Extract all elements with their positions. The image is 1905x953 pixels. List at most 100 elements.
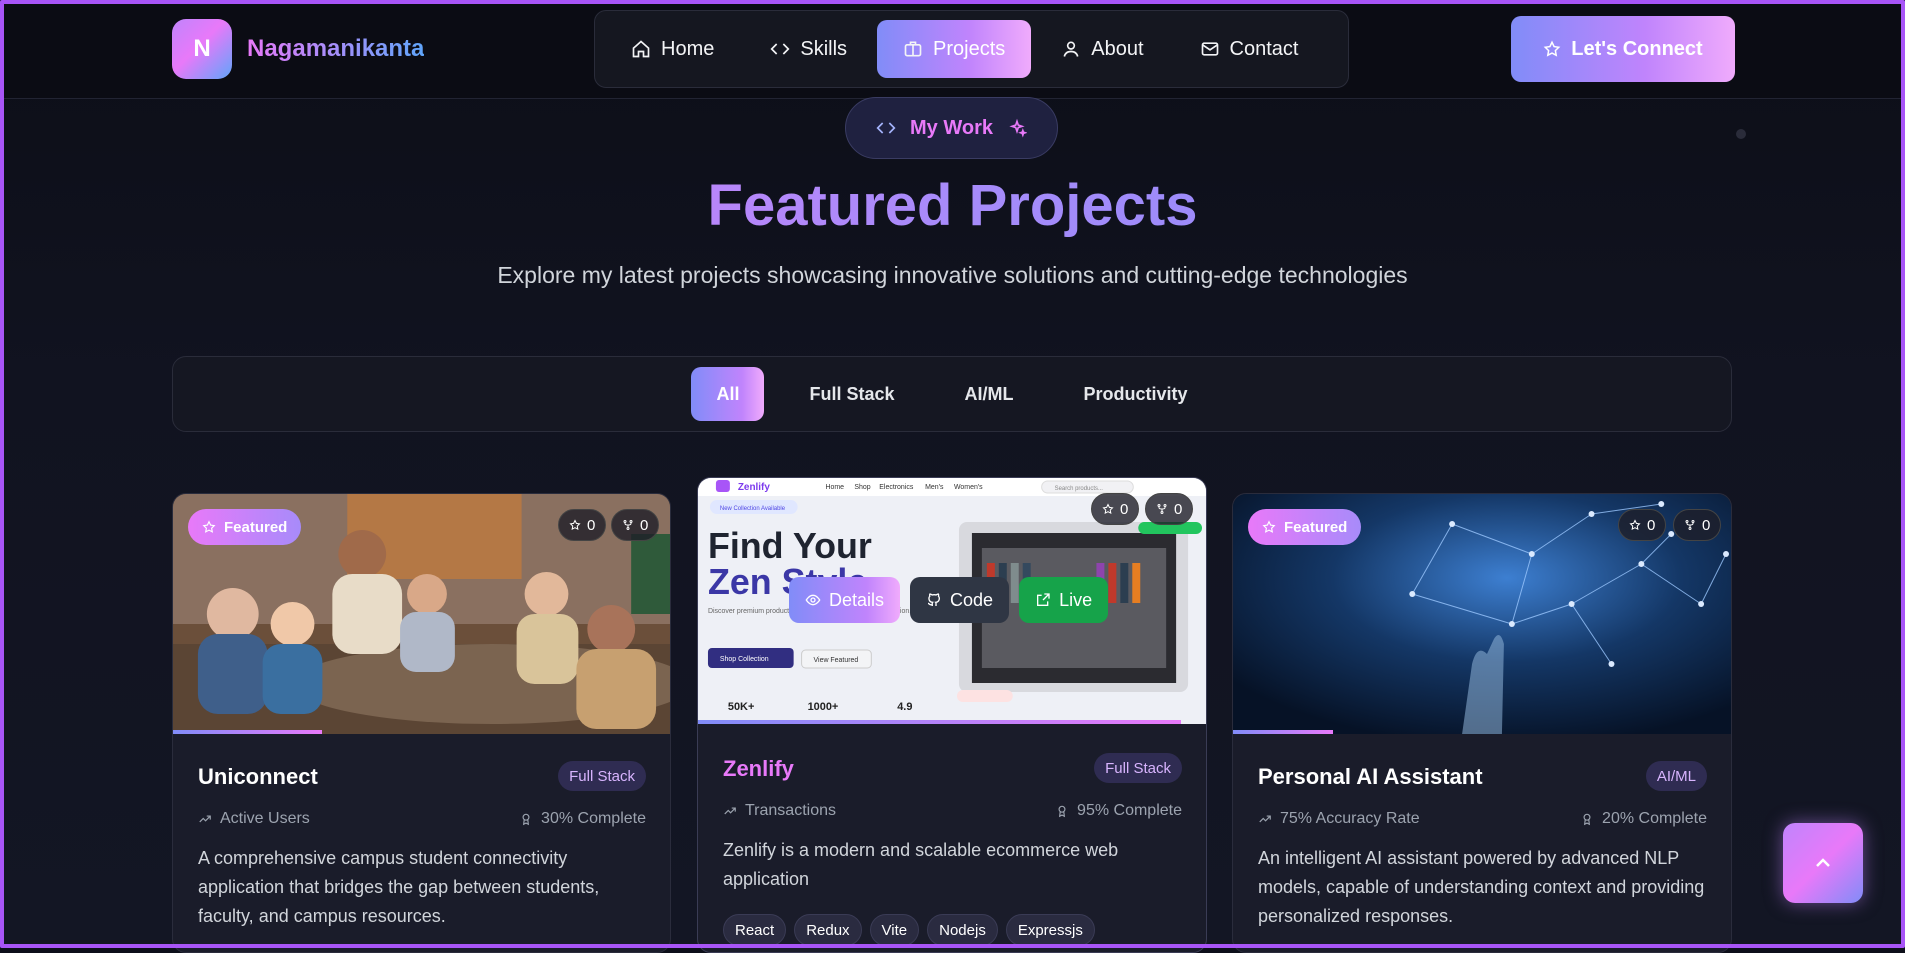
forks-count[interactable]: 0 — [1673, 509, 1721, 541]
featured-label: Featured — [1284, 519, 1347, 536]
scroll-to-top-button[interactable] — [1783, 823, 1863, 903]
tech-tag: Vite — [870, 914, 920, 946]
preview-stat-1: 1000+ — [808, 701, 839, 713]
brand[interactable]: N Nagamanikanta — [172, 19, 424, 79]
award-icon — [519, 812, 533, 826]
project-description: A comprehensive campus student connectiv… — [198, 844, 646, 931]
stars-count[interactable]: 0 — [1618, 509, 1666, 541]
mail-icon — [1200, 39, 1220, 59]
fork-icon — [1684, 519, 1696, 531]
chevron-up-icon — [1811, 851, 1835, 875]
nav-item-projects[interactable]: Projects — [877, 20, 1031, 78]
forks-value: 0 — [1702, 517, 1710, 534]
preview-menu-1: Shop — [854, 484, 870, 491]
category-tag: AI/ML — [1646, 761, 1707, 791]
live-label: Live — [1059, 590, 1092, 611]
nav-item-skills[interactable]: Skills — [744, 20, 873, 78]
preview-menu-4: Women's — [954, 484, 983, 491]
preview-logo: Zenlify — [738, 482, 771, 493]
tech-tag: Redux — [794, 914, 861, 946]
project-description: Zenlify is a modern and scalable ecommer… — [723, 836, 1182, 894]
eye-icon — [805, 592, 821, 608]
star-icon — [202, 520, 216, 534]
forks-count[interactable]: 0 — [1145, 493, 1193, 525]
star-icon — [1262, 520, 1276, 534]
metric-label: Active Users — [220, 810, 310, 828]
metric-label: 75% Accuracy Rate — [1280, 810, 1420, 828]
nav-label: About — [1091, 38, 1143, 61]
main-nav: Home Skills Projects About Contact — [594, 10, 1349, 88]
preview-stat-0: 50K+ — [728, 701, 754, 713]
filter-bar: All Full Stack AI/ML Productivity — [172, 356, 1732, 432]
progress-bar — [1233, 730, 1333, 734]
live-button[interactable]: Live — [1019, 577, 1108, 623]
category-tag: Full Stack — [1094, 753, 1182, 783]
project-actions: Details Code Live — [789, 577, 1108, 623]
project-card-personal-ai-assistant[interactable]: Featured 0 0 Personal AI Assistant AI/ML… — [1232, 493, 1732, 953]
star-icon — [1102, 503, 1114, 515]
project-title: Personal AI Assistant — [1258, 764, 1483, 790]
star-icon — [1543, 40, 1561, 58]
metric: Transactions — [723, 802, 836, 820]
external-link-icon — [1035, 592, 1051, 608]
nav-label: Projects — [933, 38, 1005, 61]
trending-up-icon — [198, 812, 212, 826]
preview-menu-3: Men's — [925, 484, 944, 491]
trending-up-icon — [723, 804, 737, 818]
star-icon — [1629, 519, 1641, 531]
preview-menu-2: Electronics — [879, 484, 914, 491]
metric-label: Transactions — [745, 802, 836, 820]
preview-pill: New Collection Available — [720, 506, 786, 512]
code-label: Code — [950, 590, 993, 611]
sparkles-icon — [1007, 118, 1027, 138]
preview-btn-2: View Featured — [814, 657, 859, 664]
details-button[interactable]: Details — [789, 577, 900, 623]
completion: 30% Complete — [519, 810, 646, 828]
completion: 20% Complete — [1580, 810, 1707, 828]
stars-count[interactable]: 0 — [1091, 493, 1139, 525]
section-badge: My Work — [845, 97, 1058, 159]
filter-all[interactable]: All — [691, 367, 764, 421]
page-subtitle: Explore my latest projects showcasing in… — [0, 262, 1905, 289]
forks-count[interactable]: 0 — [611, 509, 659, 541]
preview-menu-0: Home — [825, 484, 844, 491]
completion: 95% Complete — [1055, 802, 1182, 820]
progress-bar — [173, 730, 322, 734]
brand-name[interactable]: Nagamanikanta — [247, 35, 424, 63]
preview-search: Search products... — [1055, 486, 1104, 492]
badge-label: My Work — [910, 117, 993, 140]
preview-headline-1: Find Your — [708, 525, 872, 566]
project-description: An intelligent AI assistant powered by a… — [1258, 844, 1707, 931]
featured-badge: Featured — [1248, 509, 1361, 545]
star-icon — [569, 519, 581, 531]
home-icon — [631, 39, 651, 59]
stars-value: 0 — [1647, 517, 1655, 534]
project-title: Uniconnect — [198, 764, 318, 790]
filter-ai-ml[interactable]: AI/ML — [940, 367, 1039, 421]
stars-count[interactable]: 0 — [558, 509, 606, 541]
fork-icon — [622, 519, 634, 531]
brand-logo[interactable]: N — [172, 19, 232, 79]
project-card-uniconnect[interactable]: Featured 0 0 Uniconnect Full Stack Activ… — [172, 493, 671, 953]
nav-item-contact[interactable]: Contact — [1174, 20, 1325, 78]
tech-tag: Nodejs — [927, 914, 998, 946]
code-icon — [876, 118, 896, 138]
nav-item-home[interactable]: Home — [605, 20, 740, 78]
project-meta: Transactions 95% Complete — [723, 802, 1182, 820]
featured-label: Featured — [224, 519, 287, 536]
tech-stack: React Redux Vite Nodejs Expressjs — [723, 914, 1095, 946]
tech-tag: Expressjs — [1006, 914, 1095, 946]
progress-bar — [698, 720, 1181, 724]
project-meta: 75% Accuracy Rate 20% Complete — [1258, 810, 1707, 828]
filter-productivity[interactable]: Productivity — [1059, 367, 1213, 421]
project-card-zenlify[interactable]: Zenlify Home Shop Electronics Men's Wome… — [697, 477, 1207, 953]
connect-label: Let's Connect — [1571, 38, 1702, 61]
preview-btn-1: Shop Collection — [720, 656, 769, 663]
code-button[interactable]: Code — [910, 577, 1009, 623]
fork-icon — [1156, 503, 1168, 515]
decorative-dot — [1736, 129, 1746, 139]
lets-connect-button[interactable]: Let's Connect — [1511, 16, 1735, 82]
filter-full-stack[interactable]: Full Stack — [784, 367, 919, 421]
preview-stat-2: 4.9 — [897, 701, 912, 713]
nav-item-about[interactable]: About — [1035, 20, 1169, 78]
